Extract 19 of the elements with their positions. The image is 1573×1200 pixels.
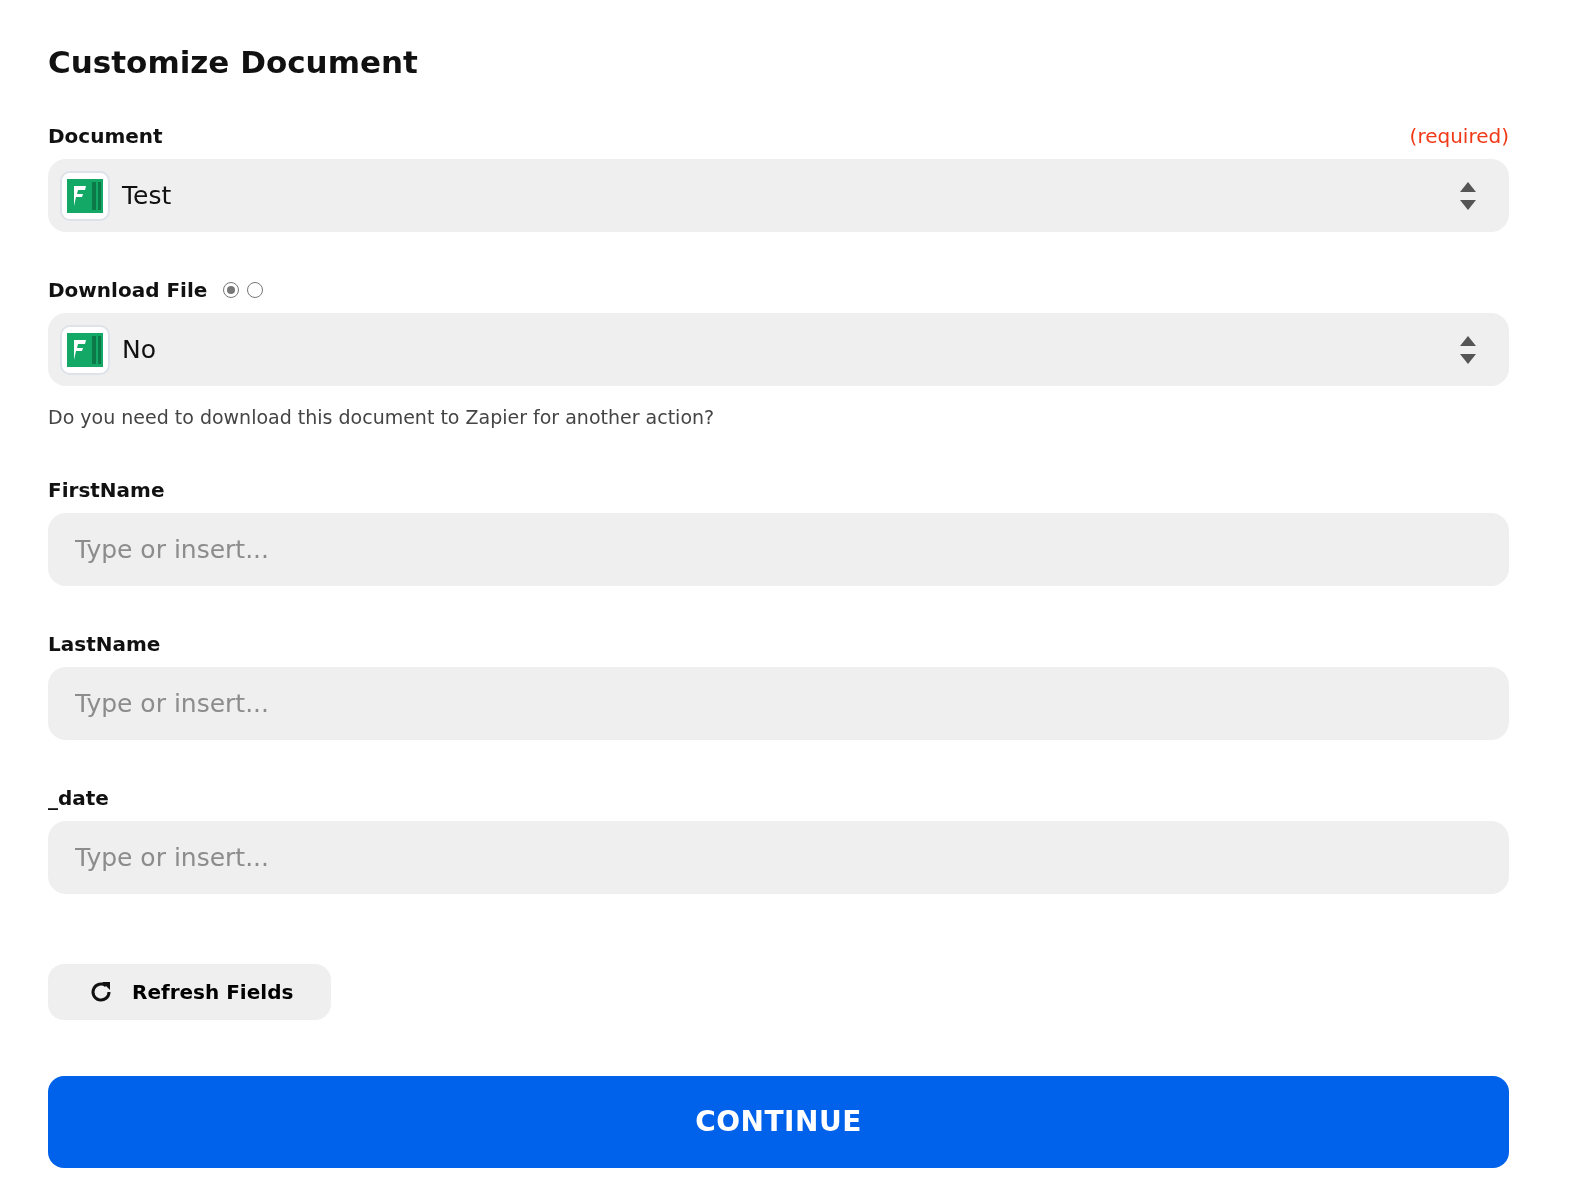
select-field[interactable]: Test — [48, 159, 1509, 233]
field-label: LastName — [48, 630, 161, 658]
field-label: FirstName — [48, 476, 165, 504]
sort-arrows-icon — [1459, 180, 1477, 211]
help-text: Do you need to download this document to Zapier for another action? — [48, 405, 716, 431]
field-label: Download File — [48, 277, 208, 305]
sort-arrows-icon — [1459, 334, 1477, 365]
text-input-field[interactable]: Type or insert... — [48, 666, 1509, 740]
page-title: Customize Document — [48, 44, 419, 82]
app-logo-icon — [60, 324, 110, 375]
refresh-fields-button[interactable]: Refresh Fields — [48, 963, 332, 1020]
app-logo-icon — [60, 170, 110, 221]
text-input-field[interactable]: Type or insert... — [48, 512, 1509, 586]
text-input-field[interactable]: Type or insert... — [48, 820, 1509, 894]
field-label: Document — [48, 123, 163, 151]
field-label: _date — [48, 784, 109, 812]
continue-button[interactable]: CONTINUE — [48, 1075, 1509, 1168]
select-field[interactable]: No — [48, 313, 1509, 387]
required-note: (required) — [1409, 123, 1509, 151]
